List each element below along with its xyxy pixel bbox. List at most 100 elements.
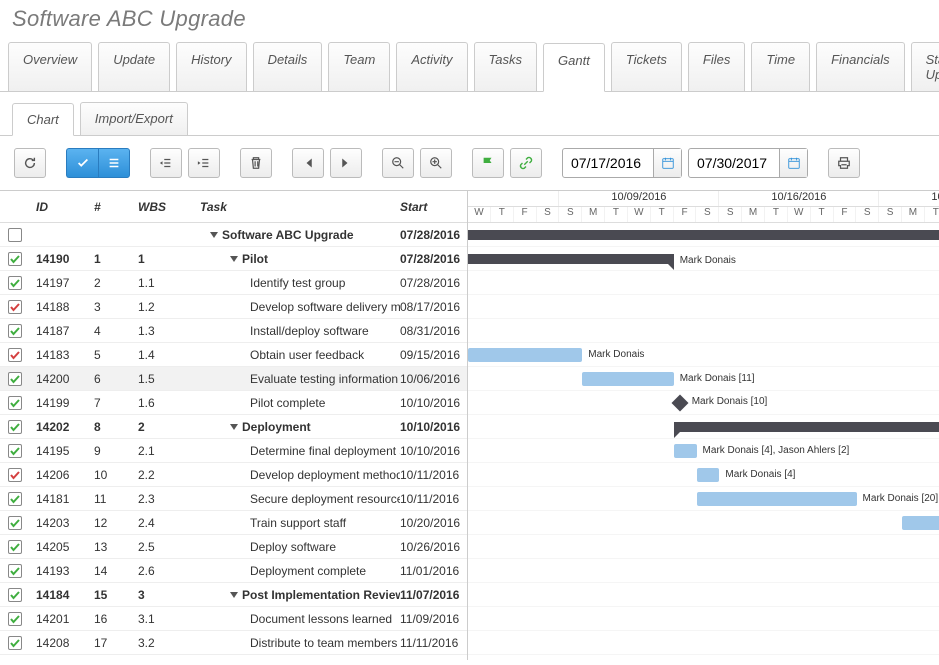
gantt-bar[interactable] [468, 230, 939, 240]
task-row[interactable]: 14205132.5Deploy software10/26/2016 [0, 535, 467, 559]
last-button[interactable] [330, 148, 362, 178]
status-icon [8, 540, 22, 554]
cell-wbs: 2.5 [138, 540, 200, 554]
col-header-id[interactable]: ID [32, 200, 94, 214]
cell-task: Pilot [200, 252, 400, 266]
col-header-start[interactable]: Start [400, 200, 466, 214]
zoom-in-button[interactable] [420, 148, 452, 178]
tab-overview[interactable]: Overview [8, 42, 92, 91]
link-button[interactable] [510, 148, 542, 178]
date-to-field[interactable] [688, 148, 808, 178]
date-from-field[interactable] [562, 148, 682, 178]
cell-num: 11 [94, 492, 138, 506]
check-view-button[interactable] [66, 148, 98, 178]
task-row[interactable]: 1419721.1Identify test group07/28/2016 [0, 271, 467, 295]
tab-tasks[interactable]: Tasks [474, 42, 537, 91]
tab-update[interactable]: Update [98, 42, 170, 91]
gantt-bar[interactable] [674, 422, 939, 432]
task-row[interactable]: 1418831.2Develop software delivery mecha… [0, 295, 467, 319]
cell-num: 6 [94, 372, 138, 386]
calendar-icon[interactable] [653, 149, 681, 177]
week-header: 10/09/2016 [559, 191, 719, 206]
task-row[interactable]: 14184153Post Implementation Review11/07/… [0, 583, 467, 607]
indent-button[interactable] [188, 148, 220, 178]
outdent-button[interactable] [150, 148, 182, 178]
first-button[interactable] [292, 148, 324, 178]
col-header-wbs[interactable]: WBS [138, 200, 200, 214]
flag-button[interactable] [472, 148, 504, 178]
print-button[interactable] [828, 148, 860, 178]
task-row[interactable]: 14193142.6Deployment complete11/01/2016 [0, 559, 467, 583]
task-row[interactable]: 14201163.1Document lessons learned11/09/… [0, 607, 467, 631]
chevron-down-icon[interactable] [230, 424, 238, 430]
subtab-chart[interactable]: Chart [12, 103, 74, 136]
cell-num: 15 [94, 588, 138, 602]
tab-history[interactable]: History [176, 42, 246, 91]
chevron-down-icon[interactable] [230, 592, 238, 598]
gantt-bar[interactable]: Mark Donais [4], Jason Ahlers [2] [674, 444, 697, 458]
gantt-timeline[interactable]: 10/09/201610/16/201610/23/2016 WTFSSMTWT… [468, 191, 939, 660]
gantt-bar[interactable]: Mark Donais [11] [582, 372, 673, 386]
tab-files[interactable]: Files [688, 42, 745, 91]
task-row[interactable]: 14181112.3Secure deployment resources10/… [0, 487, 467, 511]
tab-details[interactable]: Details [253, 42, 323, 91]
subtab-import-export[interactable]: Import/Export [80, 102, 188, 135]
cell-num: 4 [94, 324, 138, 338]
cell-id: 14195 [32, 444, 94, 458]
week-header: 10/23/2016 [879, 191, 939, 206]
cell-wbs: 1.5 [138, 372, 200, 386]
day-header: T [605, 207, 628, 222]
gantt-bar[interactable]: Mark Donais [468, 254, 674, 264]
list-view-button[interactable] [98, 148, 130, 178]
calendar-icon[interactable] [779, 149, 807, 177]
task-row[interactable]: 1419011Pilot07/28/2016 [0, 247, 467, 271]
task-row[interactable]: Software ABC Upgrade07/28/2016 [0, 223, 467, 247]
day-header: S [879, 207, 902, 222]
task-row[interactable]: 14203122.4Train support staff10/20/2016 [0, 511, 467, 535]
gantt-bar[interactable]: Mark Donais [4] [697, 468, 720, 482]
delete-button[interactable] [240, 148, 272, 178]
gantt-bar[interactable]: Mark Donais [468, 348, 582, 362]
task-row[interactable]: 1420282Deployment10/10/2016 [0, 415, 467, 439]
tab-tickets[interactable]: Tickets [611, 42, 682, 91]
task-row[interactable]: 14208173.2Distribute to team members11/1… [0, 631, 467, 655]
task-row[interactable]: 1419592.1Determine final deployment stra… [0, 439, 467, 463]
task-row[interactable]: 1419971.6Pilot complete10/10/2016 [0, 391, 467, 415]
cell-id: 14199 [32, 396, 94, 410]
cell-id: 14203 [32, 516, 94, 530]
tab-gantt[interactable]: Gantt [543, 43, 605, 92]
tab-financials[interactable]: Financials [816, 42, 905, 91]
gantt-bar-label: Mark Donais [680, 254, 736, 268]
chevron-down-icon[interactable] [230, 256, 238, 262]
zoom-out-button[interactable] [382, 148, 414, 178]
day-header: S [537, 207, 560, 222]
task-row[interactable]: 1418351.4Obtain user feedback09/15/2016 [0, 343, 467, 367]
gantt-bar[interactable]: Mark Donais [20] [697, 492, 857, 506]
cell-task: Develop software delivery mechanism [200, 300, 400, 314]
gantt-bar[interactable]: Mark Donais [902, 516, 939, 530]
cell-wbs: 2.2 [138, 468, 200, 482]
cell-task: Install/deploy software [200, 324, 400, 338]
tab-time[interactable]: Time [751, 42, 810, 91]
col-header-task[interactable]: Task [200, 200, 400, 214]
gantt-bar-label: Mark Donais [4] [725, 468, 795, 482]
status-icon [8, 588, 22, 602]
task-row[interactable]: 14206102.2Develop deployment methodology… [0, 463, 467, 487]
col-header-num[interactable]: # [94, 200, 138, 214]
tab-activity[interactable]: Activity [396, 42, 467, 91]
day-header: W [468, 207, 491, 222]
date-to-input[interactable] [689, 155, 779, 171]
cell-id: 14184 [32, 588, 94, 602]
task-row[interactable]: 1420061.5Evaluate testing information10/… [0, 367, 467, 391]
tab-team[interactable]: Team [328, 42, 390, 91]
tab-status-updates[interactable]: Status Updates [911, 42, 939, 91]
cell-task: Evaluate testing information [200, 372, 400, 386]
cell-id: 14197 [32, 276, 94, 290]
task-row[interactable]: 1418741.3Install/deploy software08/31/20… [0, 319, 467, 343]
gantt-bar-label: Mark Donais [11] [680, 372, 755, 386]
refresh-button[interactable] [14, 148, 46, 178]
chevron-down-icon[interactable] [210, 232, 218, 238]
gantt-row [468, 559, 939, 583]
gantt-milestone[interactable] [671, 395, 688, 412]
date-from-input[interactable] [563, 155, 653, 171]
